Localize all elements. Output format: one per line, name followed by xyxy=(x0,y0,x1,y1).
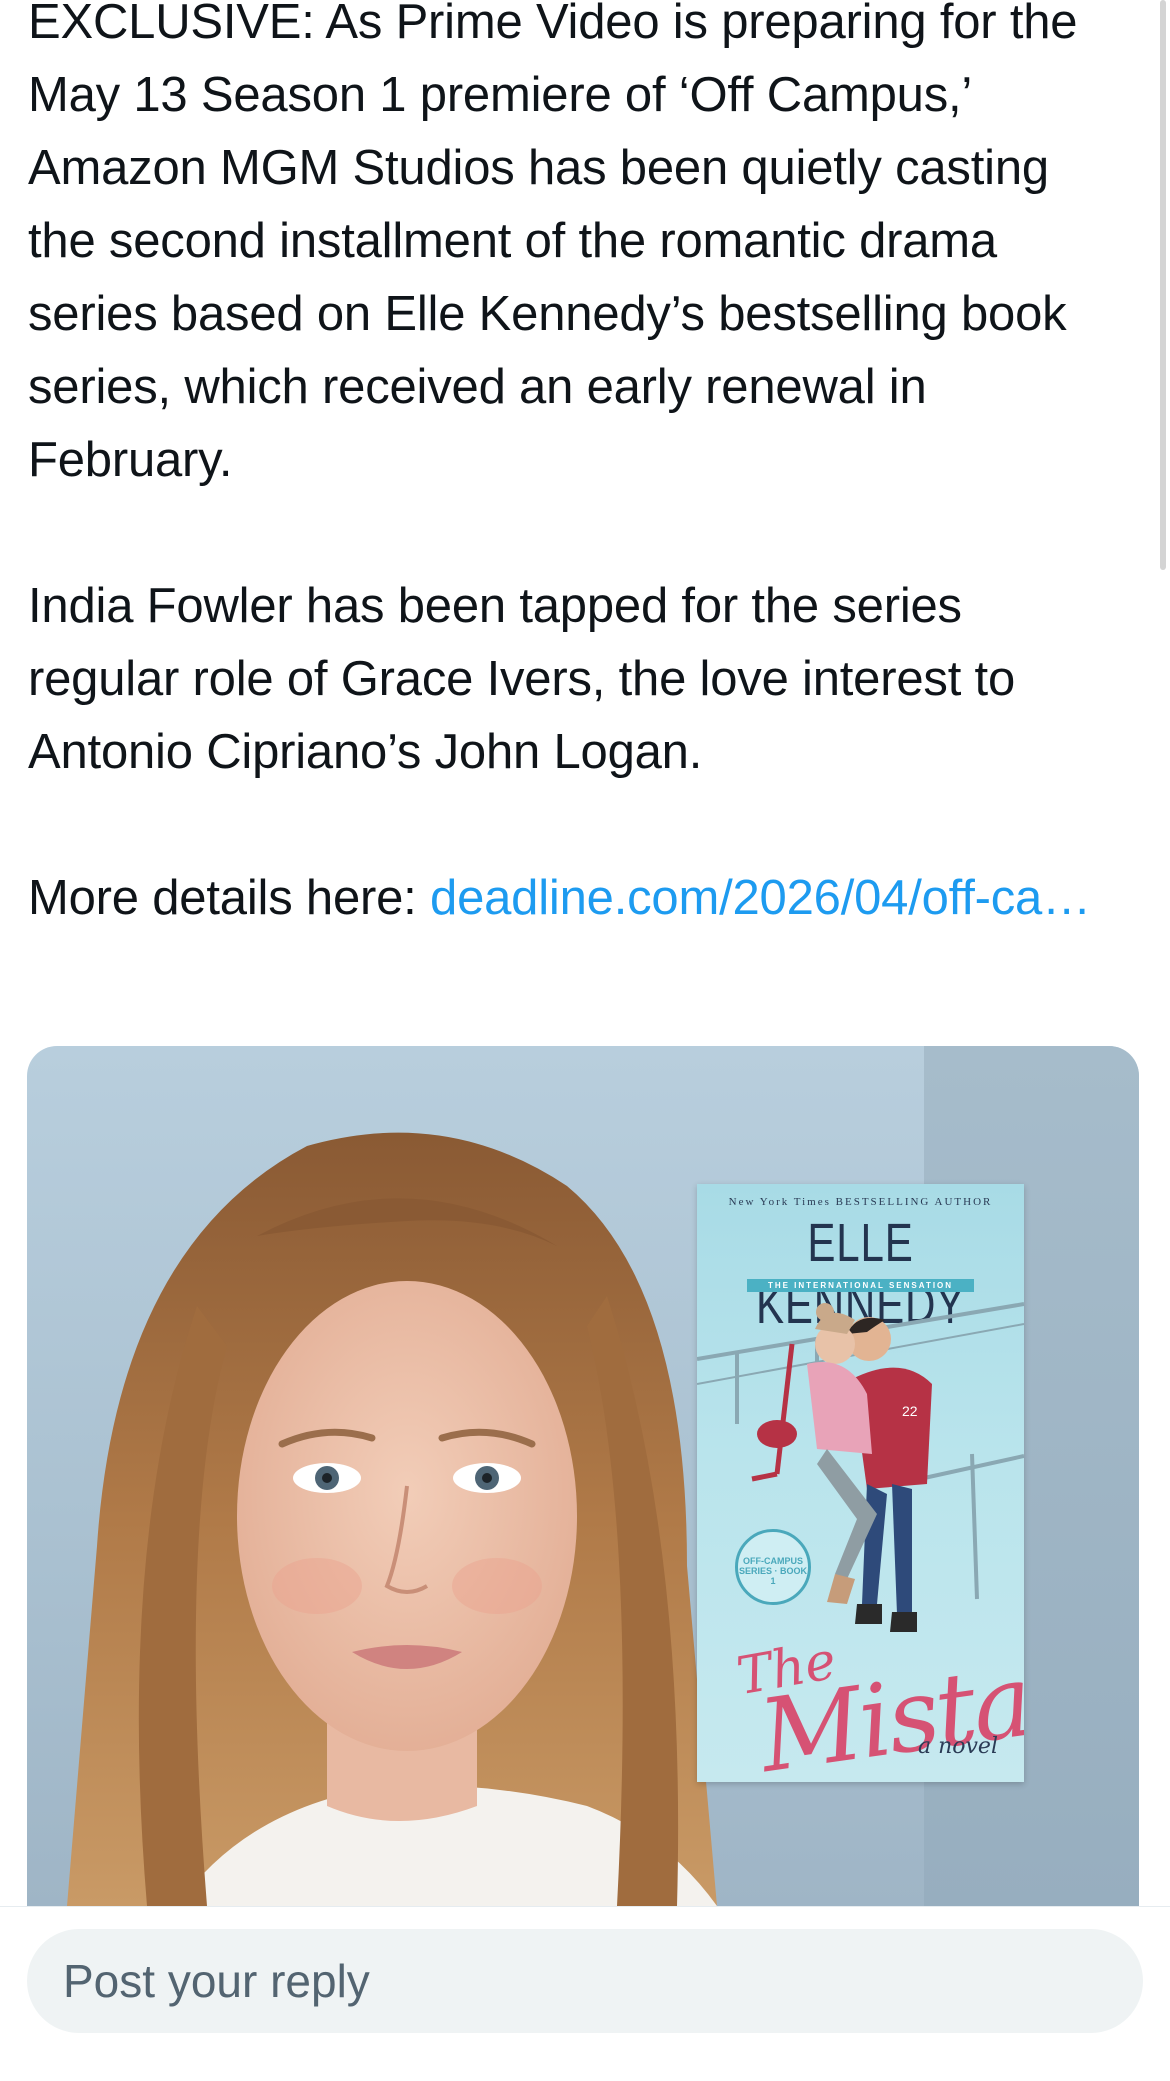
tweet-body: EXCLUSIVE: As Prime Video is preparing f… xyxy=(28,0,1118,935)
details-prefix: More details here: xyxy=(28,871,431,925)
tweet-paragraph: EXCLUSIVE: As Prime Video is preparing f… xyxy=(28,0,1078,487)
scrollbar[interactable] xyxy=(1156,0,1170,1900)
seal-text: OFF-CAMPUS SERIES · BOOK 1 xyxy=(738,1556,807,1586)
article-link[interactable]: deadline.com/2026/04/off-ca… xyxy=(430,871,1091,925)
reply-input[interactable]: Post your reply xyxy=(27,1929,1143,2033)
scrollbar-thumb[interactable] xyxy=(1160,0,1166,570)
series-seal: OFF-CAMPUS SERIES · BOOK 1 xyxy=(735,1529,811,1605)
book-subtitle: a novel xyxy=(917,1734,998,1759)
tweet-paragraph: More details here: deadline.com/2026/04/… xyxy=(28,862,1118,935)
book-cover-image: New York Times BESTSELLING AUTHOR ELLE K… xyxy=(697,1184,1024,1782)
tweet-paragraph: India Fowler has been tapped for the ser… xyxy=(28,579,1015,779)
reply-bar: Post your reply xyxy=(0,1906,1170,2081)
tweet-media-image[interactable]: New York Times BESTSELLING AUTHOR ELLE K… xyxy=(27,1046,1139,1906)
jersey-number: 22 xyxy=(902,1403,918,1419)
